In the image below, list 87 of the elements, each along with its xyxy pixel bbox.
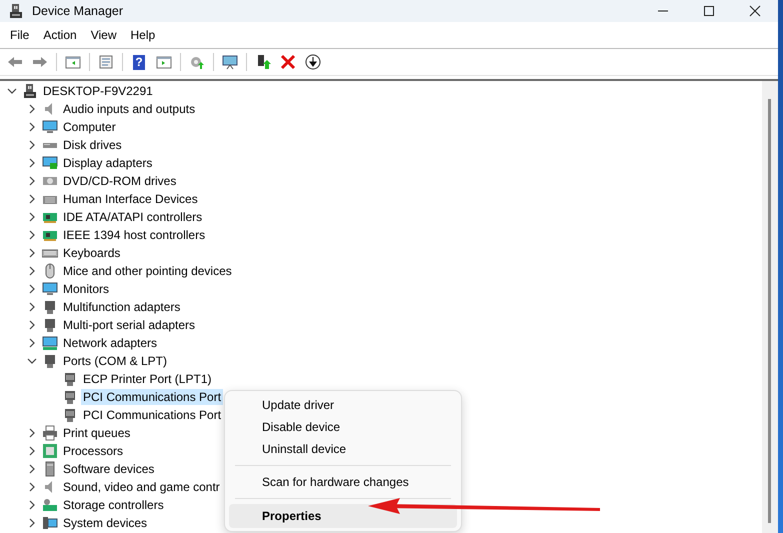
- tree-item[interactable]: PCI Communications Port: [81, 389, 224, 405]
- expand-chevron-icon[interactable]: [27, 464, 37, 474]
- tree-item[interactable]: Mice and other pointing devices: [61, 263, 234, 279]
- expand-chevron-icon[interactable]: [27, 266, 37, 276]
- monitor-icon[interactable]: [222, 54, 238, 70]
- uninstall-icon[interactable]: [280, 54, 296, 70]
- expand-chevron-icon[interactable]: [27, 320, 37, 330]
- menu-item[interactable]: Uninstall device: [229, 438, 457, 460]
- menu-item[interactable]: View: [84, 28, 124, 42]
- forward-arrow-icon[interactable]: [32, 54, 48, 70]
- window-title: Device Manager: [32, 4, 124, 18]
- expand-chevron-icon[interactable]: [27, 518, 37, 528]
- tree-item[interactable]: Computer: [61, 119, 118, 135]
- close-icon[interactable]: [749, 5, 761, 17]
- expand-chevron-icon[interactable]: [27, 212, 37, 222]
- expand-chevron-icon[interactable]: [27, 104, 37, 114]
- menu-item[interactable]: Action: [36, 28, 84, 42]
- menu-item[interactable]: Scan for hardware changes: [229, 471, 457, 493]
- tree-item[interactable]: IDE ATA/ATAPI controllers: [61, 209, 204, 225]
- network-icon: [42, 335, 58, 351]
- tree-item[interactable]: Software devices: [61, 461, 156, 477]
- tree-item[interactable]: Monitors: [61, 281, 112, 297]
- port-icon: [42, 353, 58, 369]
- menu-item[interactable]: File: [3, 28, 36, 42]
- tree-item[interactable]: Ports (COM & LPT): [61, 353, 170, 369]
- properties-icon[interactable]: [98, 54, 114, 70]
- port-icon: [62, 389, 78, 405]
- tree-item[interactable]: Processors: [61, 443, 126, 459]
- expand-chevron-icon[interactable]: [27, 140, 37, 150]
- expand-chevron-icon[interactable]: [27, 338, 37, 348]
- tree-item[interactable]: Network adapters: [61, 335, 160, 351]
- maximize-icon[interactable]: [703, 5, 715, 17]
- tree-item[interactable]: Human Interface Devices: [61, 191, 200, 207]
- processor-icon: [42, 443, 58, 459]
- menu-item[interactable]: Properties: [229, 504, 457, 528]
- expand-chevron-icon[interactable]: [27, 176, 37, 186]
- action-pane-icon[interactable]: [156, 54, 172, 70]
- expand-chevron-icon[interactable]: [27, 446, 37, 456]
- monitor-icon: [42, 281, 58, 297]
- tree-item[interactable]: PCI Communications Port: [81, 407, 224, 423]
- help-button[interactable]: ?: [133, 54, 145, 70]
- port-icon: [62, 407, 78, 423]
- tree-item[interactable]: Sound, video and game contr: [61, 479, 222, 495]
- expand-chevron-icon[interactable]: [27, 158, 37, 168]
- expand-chevron-icon[interactable]: [27, 356, 37, 366]
- scan-hardware-icon[interactable]: [189, 54, 205, 70]
- back-arrow-icon[interactable]: [7, 54, 23, 70]
- menu-item[interactable]: Update driver: [229, 394, 457, 416]
- tree-item[interactable]: Display adapters: [61, 155, 154, 171]
- printer-icon: [42, 425, 58, 441]
- tree-item[interactable]: Storage controllers: [61, 497, 166, 513]
- computer-icon: [22, 83, 38, 99]
- tree-item[interactable]: IEEE 1394 host controllers: [61, 227, 208, 243]
- download-icon[interactable]: [305, 54, 321, 70]
- tree-item[interactable]: ECP Printer Port (LPT1): [81, 371, 214, 387]
- scrollbar-thumb[interactable]: [768, 99, 771, 523]
- device-manager-icon: [8, 3, 24, 19]
- tree-item[interactable]: Disk drives: [61, 137, 124, 153]
- tree-item[interactable]: Print queues: [61, 425, 132, 441]
- tree-item[interactable]: Multifunction adapters: [61, 299, 182, 315]
- storage-icon: [42, 497, 58, 513]
- monitor-icon: [42, 119, 58, 135]
- expand-chevron-icon[interactable]: [27, 428, 37, 438]
- display-adapter-icon: [42, 155, 58, 171]
- expand-chevron-icon[interactable]: [27, 248, 37, 258]
- expand-chevron-icon[interactable]: [27, 302, 37, 312]
- expand-chevron-icon[interactable]: [27, 230, 37, 240]
- expand-chevron-icon[interactable]: [27, 122, 37, 132]
- menu-item[interactable]: Disable device: [229, 416, 457, 438]
- tree-item[interactable]: DVD/CD-ROM drives: [61, 173, 178, 189]
- computer-icon: [42, 515, 58, 531]
- tree-item[interactable]: DESKTOP-F9V2291: [41, 83, 155, 99]
- update-driver-icon[interactable]: [255, 54, 271, 70]
- port-icon: [42, 299, 58, 315]
- tree-item[interactable]: Multi-port serial adapters: [61, 317, 198, 333]
- expand-chevron-icon[interactable]: [27, 194, 37, 204]
- menu-item[interactable]: Help: [124, 28, 162, 42]
- expand-chevron-icon[interactable]: [27, 482, 37, 492]
- tree-item[interactable]: System devices: [61, 515, 150, 531]
- expand-chevron-icon[interactable]: [27, 500, 37, 510]
- console-tree-icon[interactable]: [65, 54, 81, 70]
- tree-item[interactable]: Keyboards: [61, 245, 122, 261]
- tree-item[interactable]: Audio inputs and outputs: [61, 101, 198, 117]
- port-icon: [42, 317, 58, 333]
- expand-chevron-icon[interactable]: [27, 284, 37, 294]
- expand-chevron-icon[interactable]: [7, 86, 17, 96]
- port-icon: [62, 371, 78, 387]
